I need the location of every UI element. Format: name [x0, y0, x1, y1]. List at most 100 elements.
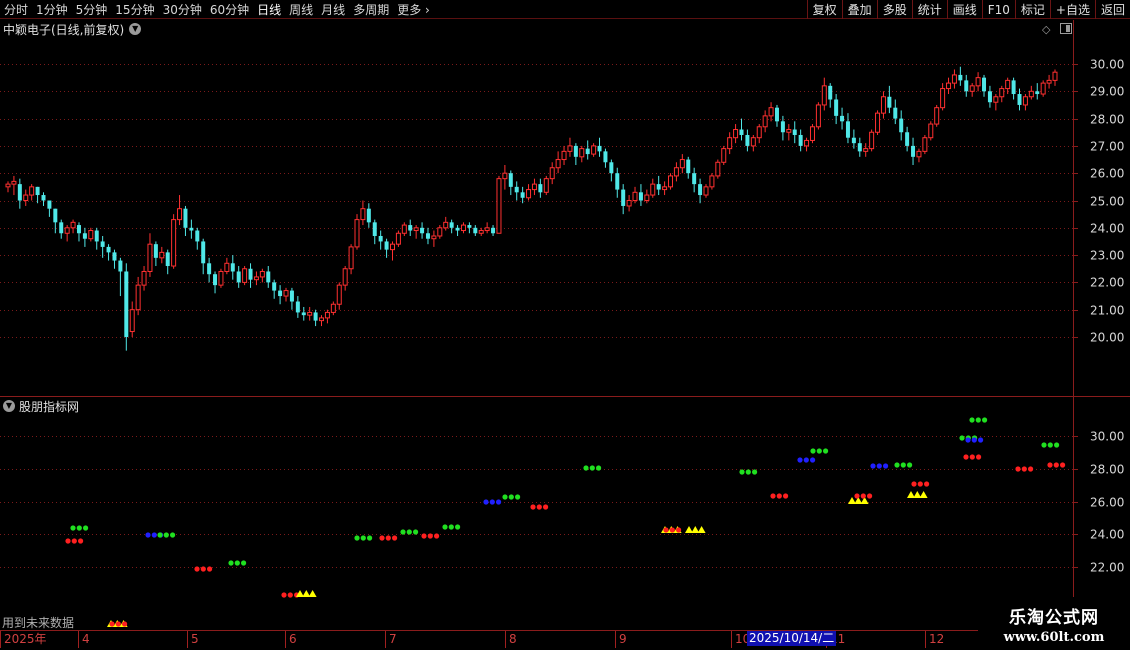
signal-dot	[776, 493, 782, 499]
candle-body	[922, 137, 928, 152]
candle-body	[449, 222, 454, 228]
candle-body	[460, 224, 466, 232]
candle-body	[727, 137, 733, 150]
candle-body	[201, 241, 206, 264]
signal-dot	[502, 494, 508, 500]
candle-body	[5, 183, 11, 188]
signal-triangle	[848, 497, 856, 504]
indicator-tick-label: 22.00	[1090, 561, 1124, 575]
price-tick-label: 30.00	[1090, 58, 1124, 72]
candle-body	[395, 232, 401, 245]
candle-body	[975, 77, 981, 87]
signal-dot	[1054, 442, 1060, 448]
candle-body	[230, 263, 235, 272]
candle-body	[348, 246, 354, 270]
candle-body	[721, 148, 727, 163]
signal-dot	[969, 454, 975, 460]
candle-body	[999, 88, 1005, 98]
candle-body	[626, 200, 632, 207]
candle-body	[336, 284, 342, 305]
chart-canvas[interactable]: 30.00 29.00 28.00 27.00 26.00 25.00 24.00 23.00…	[0, 0, 1130, 650]
candle-body	[124, 271, 129, 337]
candle-body	[946, 82, 952, 90]
candle-body	[692, 173, 697, 185]
signal-dot	[170, 532, 176, 538]
signal-dot	[281, 592, 287, 598]
signal-dot	[969, 417, 975, 423]
signal-dot	[860, 493, 866, 499]
candle-body	[100, 241, 105, 247]
signal-dot	[78, 538, 84, 544]
signal-dot	[823, 448, 829, 454]
candle-body	[1035, 91, 1040, 95]
candle-body	[295, 301, 300, 313]
candle-body	[715, 161, 721, 177]
chevron-down-icon[interactable]: ▼	[129, 23, 142, 35]
price-tick-label: 29.00	[1090, 85, 1124, 99]
month-label: 4	[78, 631, 90, 648]
candle-body	[899, 118, 904, 133]
candle-body	[774, 107, 779, 122]
diamond-icon[interactable]: ◇	[1042, 23, 1050, 36]
signal-dot	[496, 499, 502, 505]
candle-body	[573, 145, 578, 157]
signal-dot	[1015, 466, 1021, 472]
candle-body	[531, 183, 537, 191]
candle-body	[543, 178, 549, 193]
candle-body	[768, 107, 774, 117]
candle-body	[863, 148, 869, 152]
candle-body	[609, 162, 614, 174]
candle-body	[248, 268, 253, 280]
candle-body	[798, 134, 803, 146]
indicator-tick-label: 26.00	[1090, 496, 1124, 510]
candle-body	[159, 251, 165, 259]
candle-body	[869, 131, 875, 150]
signal-dot	[287, 592, 293, 598]
candle-body	[686, 159, 691, 174]
candle-body	[437, 227, 443, 237]
candle-body	[1040, 82, 1046, 95]
candle-body	[514, 186, 519, 193]
signal-dot	[959, 435, 965, 441]
candle-body	[709, 175, 715, 188]
chevron-down-icon[interactable]: ▼	[3, 400, 15, 412]
month-label: 8	[505, 631, 517, 648]
signal-triangle	[308, 590, 317, 597]
candle-body	[342, 268, 348, 286]
signal-dot	[83, 525, 89, 531]
signal-dot	[770, 493, 776, 499]
signal-dot	[583, 465, 589, 471]
signal-dot	[982, 417, 988, 423]
candle-body	[278, 290, 283, 297]
signal-dot	[448, 524, 454, 530]
signal-dot	[194, 566, 200, 572]
signal-dot	[870, 463, 876, 469]
candle-body	[141, 270, 147, 286]
candle-body	[940, 88, 946, 109]
candle-body	[1052, 71, 1058, 81]
candle-body	[561, 150, 567, 161]
signal-dot	[739, 469, 745, 475]
candle-body	[1022, 96, 1028, 106]
candle-body	[183, 208, 188, 228]
candle-body	[330, 303, 336, 313]
candle-body	[135, 284, 141, 311]
window-restore-icon[interactable]	[1060, 23, 1072, 34]
signal-dot	[65, 538, 71, 544]
candle-body	[538, 184, 543, 193]
candle-body	[360, 208, 366, 221]
candle-body	[786, 129, 792, 133]
candle-body	[969, 85, 975, 92]
signal-dot	[975, 417, 981, 423]
indicator-tick-label: 28.00	[1090, 463, 1124, 477]
price-tick-label: 20.00	[1090, 331, 1124, 345]
price-tick-label: 23.00	[1090, 249, 1124, 263]
candle-body	[632, 191, 638, 201]
signal-triangle	[697, 526, 706, 533]
candle-body	[491, 227, 496, 234]
signal-dot	[752, 469, 758, 475]
price-tick-label: 28.00	[1090, 113, 1124, 127]
candle-body	[195, 230, 200, 242]
candle-body	[1017, 94, 1022, 105]
signal-dot	[924, 481, 930, 487]
